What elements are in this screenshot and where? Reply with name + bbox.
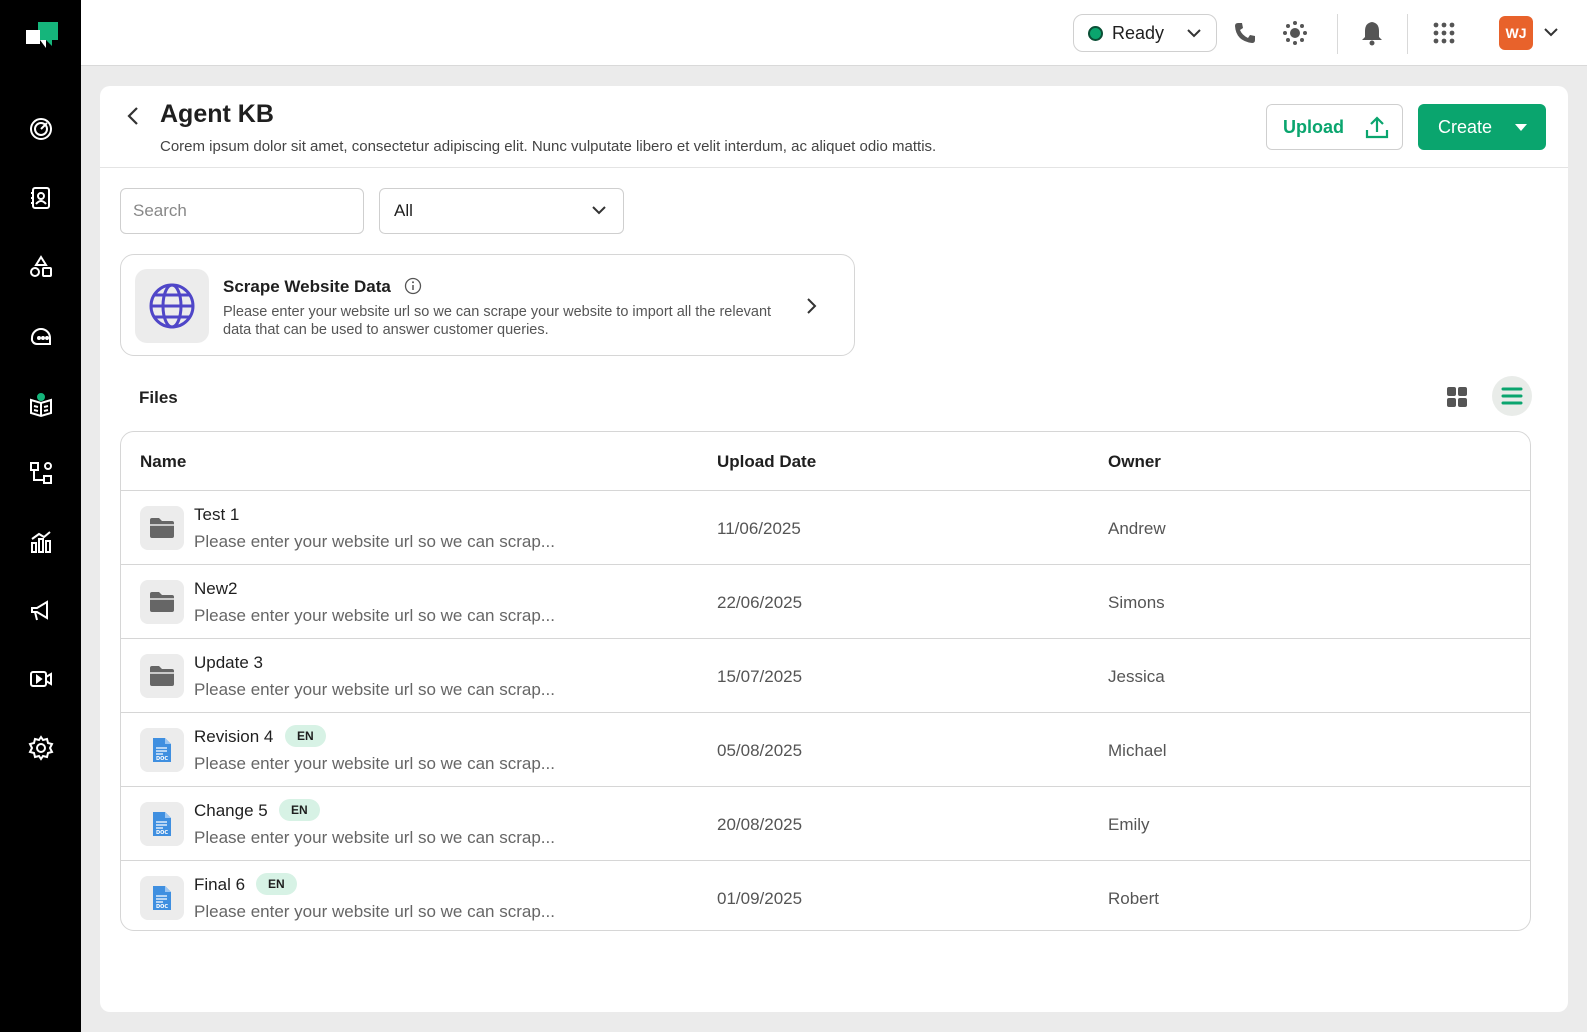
table-header: Name Upload Date Owner bbox=[121, 432, 1530, 491]
status-online-icon bbox=[1088, 25, 1103, 41]
nav-dashboard-icon[interactable] bbox=[20, 108, 62, 150]
scrape-website-card[interactable]: Scrape Website Data Please enter your we… bbox=[120, 254, 855, 356]
nav-workflow-icon[interactable] bbox=[20, 452, 62, 494]
create-button[interactable]: Create bbox=[1418, 104, 1546, 150]
type-filter-select[interactable]: All bbox=[379, 188, 624, 234]
page-header: Agent KB Corem ipsum dolor sit amet, con… bbox=[100, 86, 1568, 168]
upload-button[interactable]: Upload bbox=[1266, 104, 1403, 150]
owner: Michael bbox=[1108, 741, 1167, 760]
table-row[interactable]: DOC Change 5 EN Please enter your websit… bbox=[121, 787, 1530, 861]
back-arrow-icon[interactable] bbox=[122, 104, 146, 128]
bell-icon[interactable] bbox=[1357, 18, 1387, 48]
main-card: Agent KB Corem ipsum dolor sit amet, con… bbox=[100, 86, 1568, 1012]
file-description: Please enter your website url so we can … bbox=[194, 532, 555, 551]
globe-icon bbox=[135, 269, 209, 343]
owner: Simons bbox=[1108, 593, 1165, 612]
topbar-divider bbox=[1337, 14, 1338, 54]
scrape-description: Please enter your website url so we can … bbox=[223, 304, 772, 338]
chevron-down-icon bbox=[592, 206, 606, 215]
file-description: Please enter your website url so we can … bbox=[194, 902, 555, 921]
upload-date: 01/09/2025 bbox=[717, 889, 803, 908]
page-title: Agent KB bbox=[160, 100, 274, 128]
upload-date: 11/06/2025 bbox=[717, 519, 801, 538]
chevron-down-icon bbox=[1187, 29, 1201, 38]
language-badge: EN bbox=[279, 799, 320, 821]
apps-grid-icon[interactable] bbox=[1429, 18, 1459, 48]
file-name: Revision 4 bbox=[194, 727, 274, 746]
search-input[interactable] bbox=[120, 188, 364, 234]
column-header-owner[interactable]: Owner bbox=[1108, 452, 1161, 472]
nav-settings-icon[interactable] bbox=[20, 727, 62, 769]
files-section-title: Files bbox=[139, 388, 178, 407]
status-label: Ready bbox=[1112, 22, 1165, 43]
info-icon[interactable] bbox=[404, 277, 422, 295]
topbar-divider bbox=[1407, 14, 1408, 54]
grid-view-icon[interactable] bbox=[1438, 378, 1476, 416]
upload-date: 15/07/2025 bbox=[717, 667, 803, 686]
upload-date: 05/08/2025 bbox=[717, 741, 803, 760]
owner: Robert bbox=[1108, 889, 1160, 908]
table-row[interactable]: DOC Revision 4 EN Please enter your webs… bbox=[121, 713, 1530, 787]
file-name: New2 bbox=[194, 579, 238, 598]
topbar: Ready WJ bbox=[81, 0, 1587, 66]
folder-icon bbox=[140, 654, 184, 698]
nav-knowledge-base-icon[interactable] bbox=[20, 384, 62, 426]
document-icon: DOC bbox=[140, 876, 184, 920]
folder-icon bbox=[140, 506, 184, 550]
column-header-upload-date[interactable]: Upload Date bbox=[717, 452, 816, 472]
svg-text:DOC: DOC bbox=[156, 904, 168, 910]
scrape-title: Scrape Website Data bbox=[223, 277, 391, 296]
owner: Emily bbox=[1108, 815, 1150, 834]
file-name: Final 6 bbox=[194, 875, 246, 894]
language-badge: EN bbox=[256, 873, 297, 895]
user-avatar[interactable]: WJ bbox=[1499, 16, 1533, 50]
file-description: Please enter your website url so we can … bbox=[194, 606, 555, 625]
app-logo[interactable] bbox=[24, 18, 60, 54]
table-row[interactable]: DOC Final 6 EN Please enter your website… bbox=[121, 861, 1530, 930]
file-name: Update 3 bbox=[194, 653, 263, 672]
file-description: Please enter your website url so we can … bbox=[194, 754, 555, 773]
dialpad-settings-icon[interactable] bbox=[1280, 18, 1310, 48]
chevron-down-icon[interactable] bbox=[1543, 26, 1559, 38]
file-description: Please enter your website url so we can … bbox=[194, 828, 555, 847]
sidebar bbox=[0, 0, 81, 1032]
owner: Andrew bbox=[1108, 519, 1166, 538]
nav-contacts-icon[interactable] bbox=[20, 177, 62, 219]
phone-icon[interactable] bbox=[1230, 18, 1260, 48]
nav-chat-icon[interactable] bbox=[20, 315, 62, 357]
owner: Jessica bbox=[1108, 667, 1165, 686]
table-row[interactable]: New2 Please enter your website url so we… bbox=[121, 565, 1530, 639]
upload-icon bbox=[1365, 116, 1389, 139]
column-header-name[interactable]: Name bbox=[140, 452, 186, 472]
chevron-right-icon bbox=[807, 298, 817, 314]
document-icon: DOC bbox=[140, 728, 184, 772]
page-description: Corem ipsum dolor sit amet, consectetur … bbox=[160, 138, 937, 155]
file-description: Please enter your website url so we can … bbox=[194, 680, 555, 699]
upload-date: 22/06/2025 bbox=[717, 593, 803, 612]
svg-text:DOC: DOC bbox=[156, 756, 168, 762]
svg-text:DOC: DOC bbox=[156, 830, 168, 836]
table-row[interactable]: Test 1 Please enter your website url so … bbox=[121, 491, 1530, 565]
folder-icon bbox=[140, 580, 184, 624]
nav-video-icon[interactable] bbox=[20, 658, 62, 700]
table-row[interactable]: Update 3 Please enter your website url s… bbox=[121, 639, 1530, 713]
create-button-label: Create bbox=[1438, 116, 1493, 137]
agent-status-select[interactable]: Ready bbox=[1073, 14, 1217, 52]
files-table: Name Upload Date Owner Test 1 Please ent… bbox=[120, 431, 1531, 931]
document-icon: DOC bbox=[140, 802, 184, 846]
upload-button-label: Upload bbox=[1283, 116, 1344, 137]
upload-date: 20/08/2025 bbox=[717, 815, 803, 834]
file-name: Change 5 bbox=[194, 801, 268, 820]
list-view-icon[interactable] bbox=[1492, 376, 1532, 416]
type-filter-value: All bbox=[394, 201, 413, 220]
nav-shapes-icon[interactable] bbox=[20, 246, 62, 288]
language-badge: EN bbox=[285, 725, 326, 747]
caret-down-icon bbox=[1515, 124, 1527, 131]
file-name: Test 1 bbox=[194, 505, 240, 524]
nav-campaigns-icon[interactable] bbox=[20, 590, 62, 632]
nav-analytics-icon[interactable] bbox=[20, 521, 62, 563]
